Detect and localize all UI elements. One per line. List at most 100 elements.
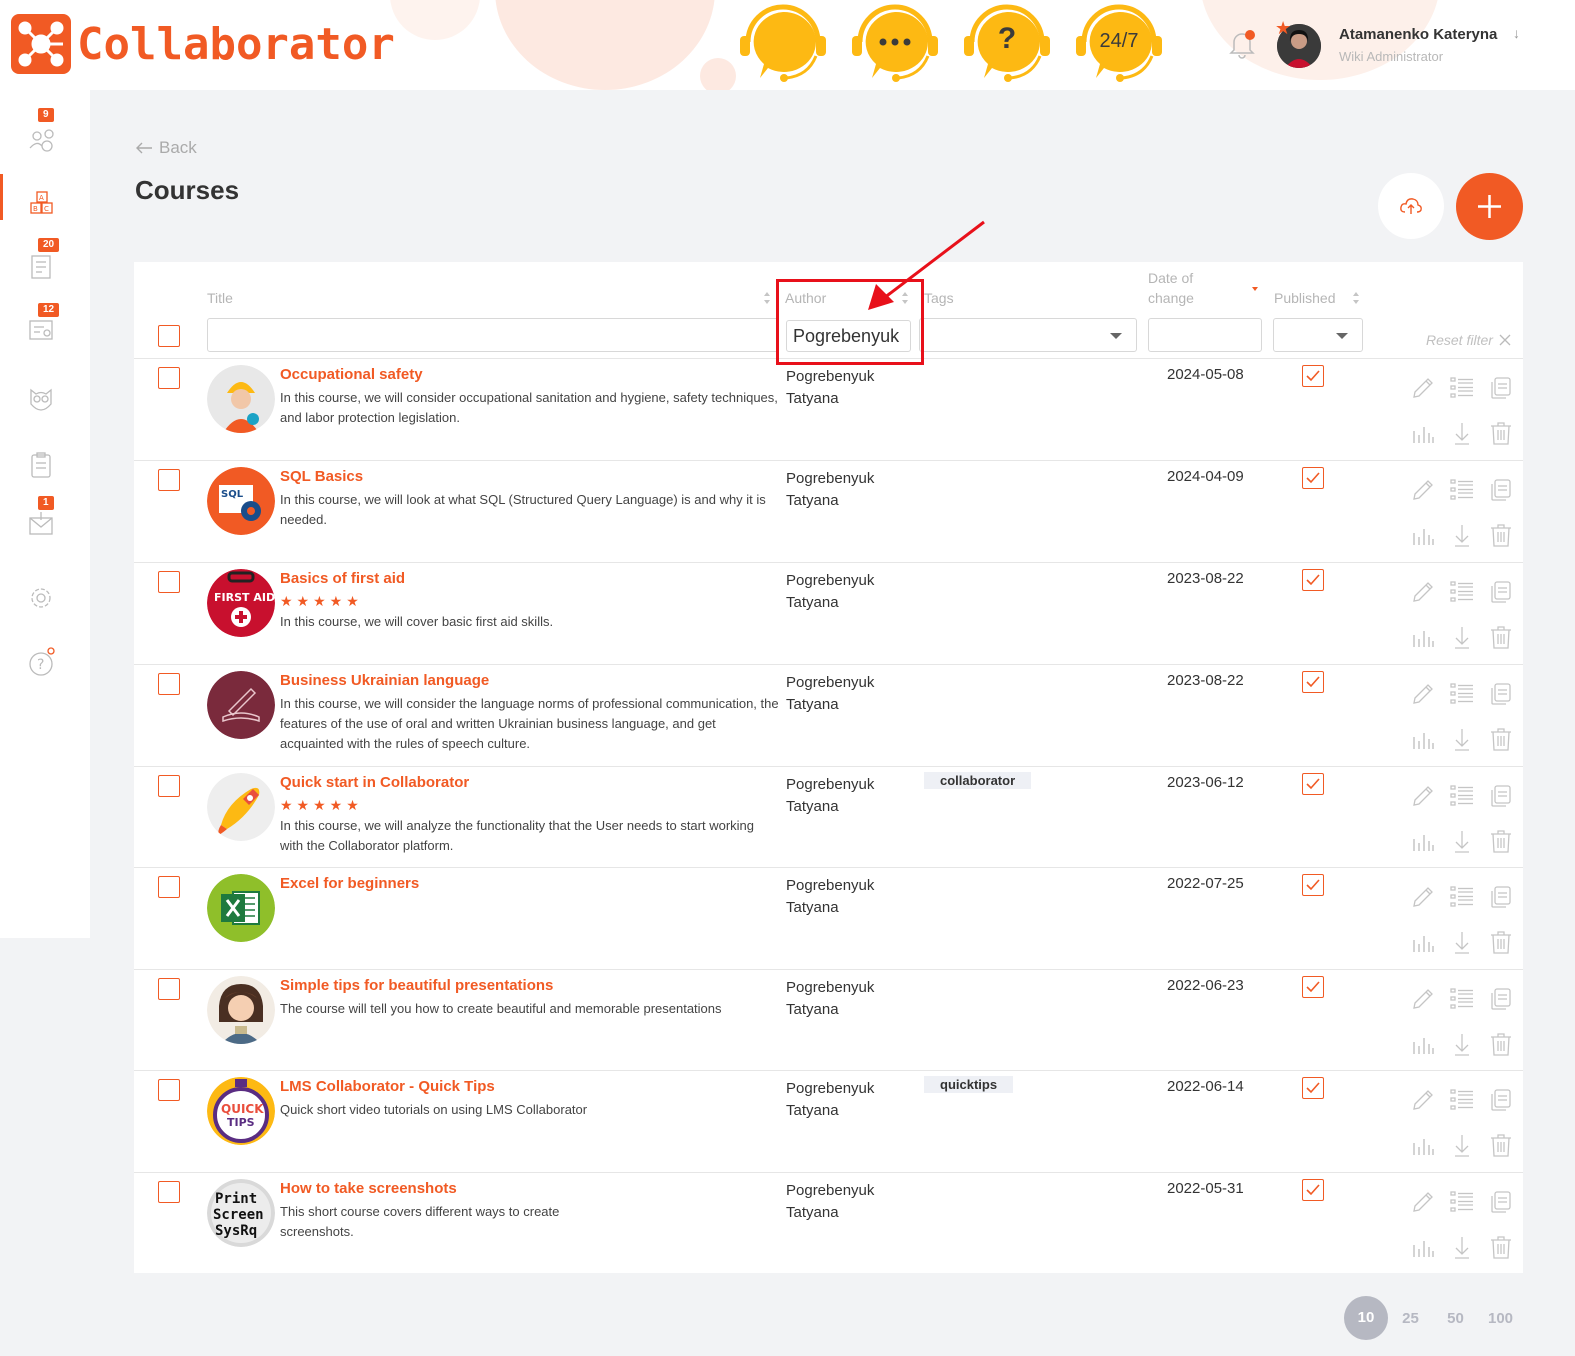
page-size-25[interactable]: 25 (1388, 1310, 1433, 1327)
download-button[interactable] (1448, 1030, 1476, 1058)
sidebar-item-certificates[interactable]: 12 (0, 303, 90, 365)
structure-button[interactable] (1448, 782, 1476, 810)
delete-button[interactable] (1487, 725, 1515, 753)
statistics-button[interactable] (1409, 1030, 1437, 1058)
add-course-button[interactable] (1456, 173, 1523, 240)
sort-icon[interactable] (763, 291, 771, 305)
date-filter-input[interactable] (1148, 318, 1262, 352)
course-title-link[interactable]: Simple tips for beautiful presentations (280, 977, 553, 994)
row-checkbox[interactable] (158, 367, 180, 389)
course-title-link[interactable]: Excel for beginners (280, 875, 419, 892)
course-thumbnail[interactable] (207, 976, 275, 1044)
download-button[interactable] (1448, 521, 1476, 549)
row-checkbox[interactable] (158, 673, 180, 695)
download-button[interactable] (1448, 1131, 1476, 1159)
statistics-button[interactable] (1409, 725, 1437, 753)
support-24-7-icon[interactable]: 24/7 (1074, 2, 1164, 86)
download-button[interactable] (1448, 928, 1476, 956)
table-row[interactable]: Print Screen SysRq How to take screenshots… (134, 1172, 1523, 1274)
statistics-button[interactable] (1409, 1233, 1437, 1261)
delete-button[interactable] (1487, 419, 1515, 447)
course-thumbnail[interactable] (207, 773, 275, 841)
delete-button[interactable] (1487, 623, 1515, 651)
course-title-link[interactable]: Business Ukrainian language (280, 672, 489, 689)
structure-button[interactable] (1448, 680, 1476, 708)
course-title-link[interactable]: SQL Basics (280, 468, 363, 485)
course-thumbnail[interactable] (207, 671, 275, 739)
table-row[interactable]: Excel for beginners Pogrebenyuk Tatyana 2… (134, 867, 1523, 969)
published-checkbox[interactable] (1302, 569, 1324, 591)
sidebar-item-tests[interactable]: 20 (0, 238, 90, 300)
course-tag[interactable]: quicktips (924, 1076, 1014, 1093)
logo[interactable]: Collaborator (11, 14, 395, 74)
structure-button[interactable] (1448, 476, 1476, 504)
statistics-button[interactable] (1409, 521, 1437, 549)
structure-button[interactable] (1448, 578, 1476, 606)
user-name[interactable]: Atamanenko Kateryna (1339, 26, 1497, 43)
table-row[interactable]: Simple tips for beautiful presentations … (134, 969, 1523, 1071)
column-header-date-line2[interactable]: change (1148, 288, 1194, 308)
table-row[interactable]: FIRST AID Basics of first aid ★★★★★ In t… (134, 562, 1523, 664)
column-header-date-line1[interactable]: Date of (1148, 268, 1193, 288)
sort-icon[interactable] (1352, 291, 1360, 305)
published-checkbox[interactable] (1302, 1179, 1324, 1201)
edit-button[interactable] (1409, 1188, 1437, 1216)
published-checkbox[interactable] (1302, 671, 1324, 693)
sidebar-item-settings[interactable] (0, 568, 90, 628)
course-title-link[interactable]: Basics of first aid (280, 570, 405, 587)
notification-bell-icon[interactable] (1226, 28, 1258, 65)
row-checkbox[interactable] (158, 469, 180, 491)
published-checkbox[interactable] (1302, 365, 1324, 387)
more-chat-icon[interactable] (850, 2, 940, 86)
copy-button[interactable] (1487, 680, 1515, 708)
help-chat-icon[interactable]: ? (962, 2, 1052, 86)
delete-button[interactable] (1487, 1233, 1515, 1261)
sidebar-item-users[interactable]: 9 (0, 108, 90, 178)
delete-button[interactable] (1487, 928, 1515, 956)
edit-button[interactable] (1409, 782, 1437, 810)
row-checkbox[interactable] (158, 1181, 180, 1203)
back-link[interactable]: Back (135, 138, 197, 158)
edit-button[interactable] (1409, 883, 1437, 911)
course-title-link[interactable]: Occupational safety (280, 366, 423, 383)
published-filter-select[interactable] (1273, 318, 1363, 352)
statistics-button[interactable] (1409, 827, 1437, 855)
edit-button[interactable] (1409, 1086, 1437, 1114)
structure-button[interactable] (1448, 883, 1476, 911)
row-checkbox[interactable] (158, 876, 180, 898)
edit-button[interactable] (1409, 680, 1437, 708)
published-checkbox[interactable] (1302, 1077, 1324, 1099)
edit-button[interactable] (1409, 985, 1437, 1013)
edit-button[interactable] (1409, 476, 1437, 504)
sidebar-item-owl[interactable] (0, 370, 90, 430)
course-thumbnail[interactable] (207, 874, 275, 942)
published-checkbox[interactable] (1302, 467, 1324, 489)
select-all-checkbox[interactable] (158, 325, 180, 347)
copy-button[interactable] (1487, 985, 1515, 1013)
table-row[interactable]: Occupational safety In this course, we w… (134, 358, 1523, 460)
structure-button[interactable] (1448, 1188, 1476, 1216)
edit-button[interactable] (1409, 578, 1437, 606)
row-checkbox[interactable] (158, 571, 180, 593)
delete-button[interactable] (1487, 827, 1515, 855)
table-row[interactable]: SQL SQL Basics In this course, we will l… (134, 460, 1523, 562)
course-tag[interactable]: collaborator (924, 772, 1032, 789)
copy-button[interactable] (1487, 1188, 1515, 1216)
copy-button[interactable] (1487, 1086, 1515, 1114)
headset-chat-icon[interactable] (738, 2, 828, 86)
download-button[interactable] (1448, 725, 1476, 753)
page-size-10[interactable]: 10 (1344, 1296, 1388, 1340)
reset-filter-button[interactable]: Reset filter (1426, 332, 1511, 348)
course-title-link[interactable]: How to take screenshots (280, 1180, 457, 1197)
edit-button[interactable] (1409, 374, 1437, 402)
published-checkbox[interactable] (1302, 976, 1324, 998)
copy-button[interactable] (1487, 883, 1515, 911)
download-button[interactable] (1448, 1233, 1476, 1261)
course-thumbnail[interactable]: Print Screen SysRq (207, 1179, 275, 1247)
copy-button[interactable] (1487, 782, 1515, 810)
row-checkbox[interactable] (158, 1079, 180, 1101)
copy-button[interactable] (1487, 578, 1515, 606)
statistics-button[interactable] (1409, 928, 1437, 956)
sort-desc-icon[interactable] (1251, 284, 1259, 298)
statistics-button[interactable] (1409, 1131, 1437, 1159)
